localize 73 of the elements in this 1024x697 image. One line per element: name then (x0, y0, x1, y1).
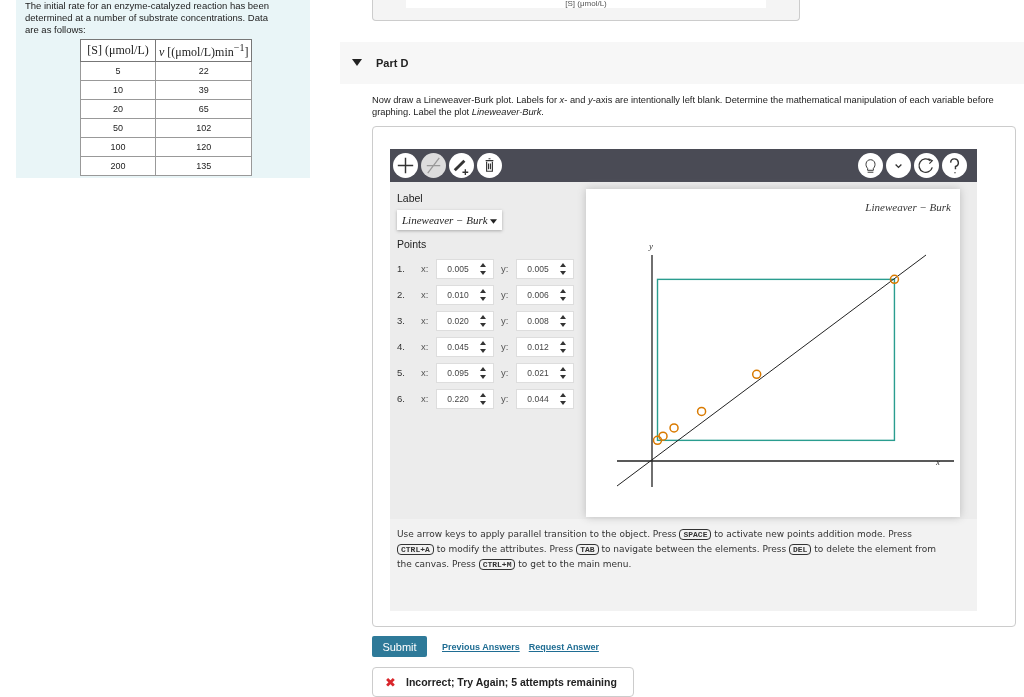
submit-button[interactable]: Submit (372, 636, 427, 658)
table-cell: 135 (155, 156, 252, 176)
lightbulb-icon[interactable] (858, 152, 883, 178)
table-cell: 20 (80, 99, 156, 119)
axis-caption: [S] (μmol/L) (565, 0, 607, 8)
point-number: 1. (397, 263, 406, 275)
coordinate-label: x: (421, 367, 430, 379)
coordinate-input[interactable]: 0.045 (436, 336, 494, 357)
coordinate-label: y: (501, 289, 510, 301)
trash-icon[interactable] (477, 152, 502, 178)
coordinate-input[interactable]: 0.005 (516, 258, 574, 279)
coordinate-label: x: (421, 263, 430, 275)
label-dropdown[interactable]: Lineweaver − Burk (397, 209, 503, 230)
table-cell: 22 (155, 61, 252, 81)
points-heading: Points (397, 237, 428, 250)
table-cell: 65 (155, 99, 252, 119)
part-title: Part D (376, 56, 409, 69)
coordinate-input[interactable]: 0.010 (436, 284, 494, 305)
coordinate-input[interactable]: 0.012 (516, 336, 574, 357)
coordinate-input[interactable]: 0.095 (436, 362, 494, 383)
question-prompt: Now draw a Lineweaver-Burk plot. Labels for x- and y-axis are intentionally left blank. Determine the mathematical manipulation of each variable before graphing. Label the plot Lineweaver-Burk. (372, 93, 995, 118)
coordinate-label: y: (501, 367, 510, 379)
coordinate-label: y: (501, 393, 510, 405)
help-icon[interactable] (942, 152, 967, 178)
action-link[interactable]: Previous Answers (442, 641, 520, 652)
coordinate-input[interactable]: 0.021 (516, 362, 574, 383)
point-number: 6. (397, 393, 406, 405)
table-cell: 5 (80, 61, 156, 81)
pencil-plus-icon[interactable] (449, 152, 474, 178)
coordinate-label: y: (501, 341, 510, 353)
point-number: 3. (397, 315, 406, 327)
coordinate-input[interactable]: 0.020 (436, 310, 494, 331)
point-number: 5. (397, 367, 406, 379)
coordinate-label: y: (501, 263, 510, 275)
table-header: [S] (μmol/L) (80, 39, 156, 62)
problem-text: The initial rate for an enzyme-catalyzed reaction has been determined at a number of substrate concentrations. Data are as follows: (25, 0, 270, 36)
coordinate-label: y: (501, 315, 510, 327)
table-cell: 102 (155, 118, 252, 138)
point-number: 4. (397, 341, 406, 353)
dropdown-caret-icon (490, 218, 498, 224)
coordinate-label: x: (421, 315, 430, 327)
plus-icon[interactable] (393, 152, 418, 178)
coordinate-input[interactable]: 0.008 (516, 310, 574, 331)
table-cell: 10 (80, 80, 156, 100)
point-number: 2. (397, 289, 406, 301)
part-header[interactable]: Part D (340, 41, 1024, 84)
cross-icon: ✖ (385, 674, 396, 690)
plot-title: Lineweaver − Burk (865, 200, 951, 213)
coordinate-input[interactable]: 0.005 (436, 258, 494, 279)
feedback-message: Incorrect; Try Again; 5 attempts remaining (406, 676, 617, 689)
coordinate-label: x: (421, 289, 430, 301)
data-point[interactable] (652, 435, 663, 445)
table-cell: 39 (155, 80, 252, 100)
action-link[interactable]: Request Answer (528, 641, 599, 652)
reset-icon[interactable] (914, 152, 939, 178)
coordinate-label: x: (421, 393, 430, 405)
graph-canvas[interactable]: Lineweaver − Burk y x (586, 188, 960, 517)
line-tool-icon[interactable] (421, 152, 446, 178)
table-cell: 50 (80, 118, 156, 138)
axis-label: y (649, 240, 653, 251)
coordinate-input[interactable]: 0.044 (516, 388, 574, 409)
table-cell: 100 (80, 137, 156, 157)
coordinate-label: x: (421, 341, 430, 353)
coordinate-input[interactable]: 0.220 (436, 388, 494, 409)
table-cell: 200 (80, 156, 156, 176)
instruction-text: Use arrow keys to apply parallel transition to the object. Press SPACE to activate new points addition mode. Press CTRL+A to modify the attributes. Press TAB to navigate between the elements. Press DEL to delete the element from the canvas. Press CTRL+M to get to the main menu. (397, 527, 937, 572)
coordinate-input[interactable]: 0.006 (516, 284, 574, 305)
axis-label: x (936, 456, 940, 467)
data-point[interactable] (889, 274, 900, 284)
table-cell: 120 (155, 137, 252, 157)
table-header: v [(μmol/L)min$^{−1}$] (155, 39, 252, 62)
label-heading: Label (397, 191, 424, 204)
chevron-down-icon[interactable] (886, 152, 911, 178)
